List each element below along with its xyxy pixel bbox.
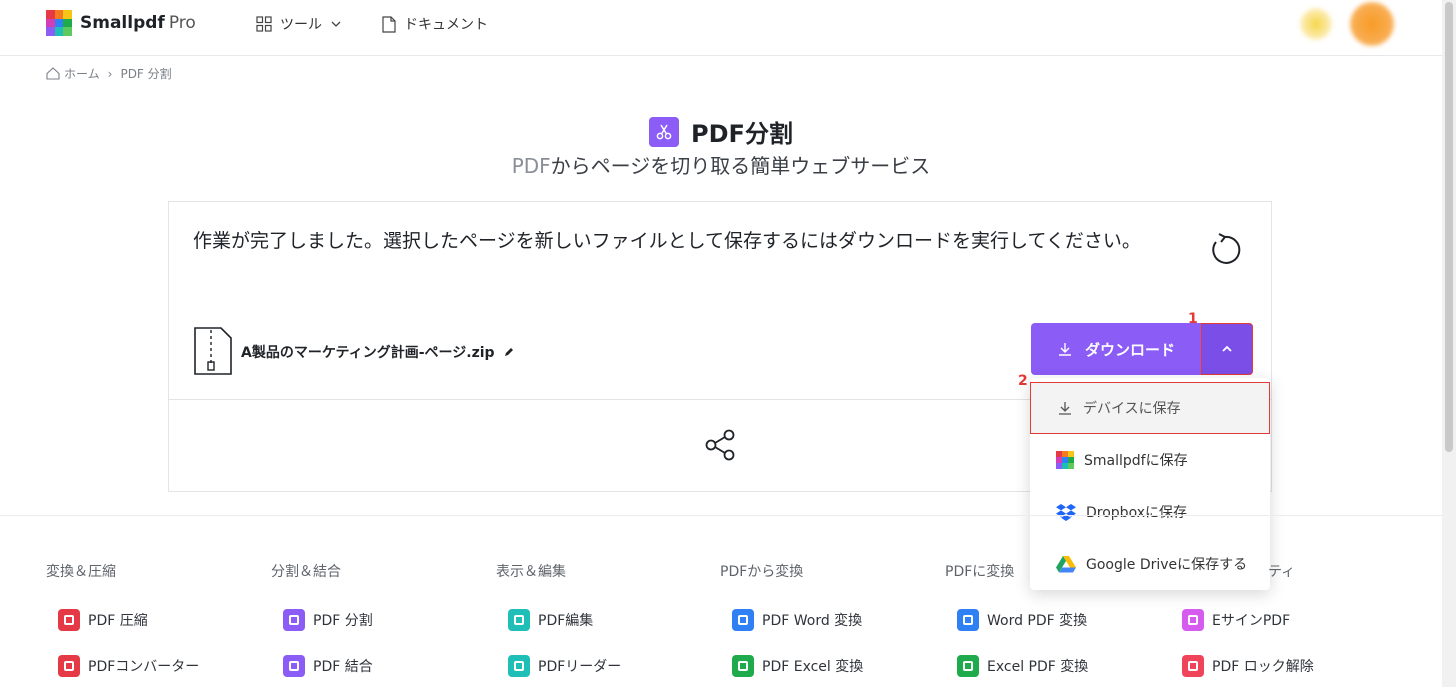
footer-link[interactable]: PDF ロック解除: [1182, 655, 1314, 677]
footer-link[interactable]: Word PDF 変換: [957, 609, 1087, 631]
pencil-icon[interactable]: [503, 346, 515, 358]
footer-link[interactable]: EサインPDF: [1182, 609, 1290, 631]
footer-column-view-edit: 表示＆編集 PDF編集 PDFリーダー: [496, 561, 716, 677]
word-icon: [732, 609, 754, 631]
footer-link[interactable]: Excel PDF 変換: [957, 655, 1088, 677]
notification-avatar[interactable]: [1300, 8, 1332, 40]
breadcrumb-separator: ›: [107, 66, 113, 81]
scissors-icon: [649, 116, 680, 147]
footer-column-heading: 表示＆編集: [496, 564, 566, 580]
footer-column-heading: 変換＆圧縮: [46, 564, 116, 580]
smallpdf-logo-icon: [1056, 451, 1074, 469]
download-label: ダウンロード: [1084, 340, 1175, 359]
download-icon: [1059, 402, 1071, 415]
scissors-icon: [283, 609, 305, 631]
documents-label: ドキュメント: [404, 17, 488, 33]
home-icon: [46, 67, 60, 80]
breadcrumb-home[interactable]: ホーム: [64, 65, 100, 82]
footer-column-convert-compress: 変換＆圧縮 PDF 圧縮 PDFコンバーター: [46, 561, 266, 677]
esign-icon: [1182, 609, 1204, 631]
option-label: Dropboxに保存: [1086, 505, 1187, 521]
page-title-row: PDF分割: [0, 114, 1442, 149]
download-icon: [1058, 343, 1071, 356]
footer-link[interactable]: PDF編集: [508, 609, 593, 631]
footer-column-from-pdf: PDFから変換 PDF Word 変換 PDF Excel 変換: [720, 561, 940, 677]
footer-link[interactable]: PDF Excel 変換: [732, 655, 863, 677]
download-options-menu: デバイスに保存 Smallpdfに保存 Dropboxに保存 Google Dr…: [1030, 378, 1270, 590]
zip-file-icon: [194, 327, 232, 375]
user-avatar[interactable]: [1350, 2, 1394, 46]
page-title: PDF分割: [691, 120, 793, 148]
annotation-1: 1: [1188, 311, 1198, 327]
excel-icon: [732, 655, 754, 677]
top-header: Smallpdf Pro ツール ドキュメント: [0, 0, 1442, 56]
scrollbar-thumb[interactable]: [1445, 2, 1453, 452]
annotation-2: 2: [1018, 373, 1028, 389]
page-scrollbar[interactable]: [1442, 0, 1456, 687]
smallpdf-logo-icon: [46, 10, 72, 36]
grid-icon: [256, 16, 272, 32]
chevron-up-icon: [1222, 345, 1232, 352]
compress-icon: [58, 609, 80, 631]
tools-label: ツール: [280, 17, 322, 33]
footer-column-heading: PDFから変換: [720, 564, 804, 580]
breadcrumb: ホーム › PDF 分割: [46, 65, 172, 82]
brand-name: Smallpdf Pro: [80, 13, 196, 33]
smallpdf-logo[interactable]: Smallpdf Pro: [46, 10, 196, 36]
file-name[interactable]: A製品のマーケティング計画-ページ.zip: [241, 342, 515, 362]
footer-link[interactable]: PDF 分割: [283, 609, 373, 631]
page-subtitle: PDFからページを切り取る簡単ウェブサービス: [511, 154, 931, 178]
footer-column-security: ティ EサインPDF PDF ロック解除: [1170, 561, 1390, 677]
footer-column-split-merge: 分割＆結合 PDF 分割 PDF 結合: [271, 561, 491, 677]
footer-link[interactable]: PDF 圧縮: [58, 609, 148, 631]
option-label: デバイスに保存: [1083, 401, 1181, 417]
word-icon: [957, 609, 979, 631]
footer-link[interactable]: PDF Word 変換: [732, 609, 862, 631]
option-label: Smallpdfに保存: [1084, 453, 1188, 469]
converter-icon: [58, 655, 80, 677]
download-button[interactable]: ダウンロード: [1031, 323, 1201, 375]
footer-divider: [0, 515, 1442, 516]
restart-icon[interactable]: [1205, 230, 1245, 270]
footer-link[interactable]: PDFコンバーター: [58, 655, 199, 677]
save-to-dropbox-option[interactable]: Dropboxに保存: [1030, 486, 1270, 538]
file-name-text: A製品のマーケティング計画-ページ.zip: [241, 345, 495, 361]
documents-link[interactable]: ドキュメント: [382, 14, 488, 34]
footer-column-heading: PDFに変換: [945, 564, 1015, 580]
chevron-down-icon: [331, 21, 341, 27]
reader-icon: [508, 655, 530, 677]
dropbox-icon: [1056, 504, 1076, 521]
save-to-smallpdf-option[interactable]: Smallpdfに保存: [1030, 434, 1270, 486]
document-icon: [382, 15, 396, 33]
footer-column-heading: ティ: [1268, 564, 1296, 580]
footer-link[interactable]: PDFリーダー: [508, 655, 621, 677]
unlock-icon: [1182, 655, 1204, 677]
save-to-device-option[interactable]: デバイスに保存: [1030, 382, 1270, 434]
download-options-toggle[interactable]: [1201, 323, 1253, 375]
share-icon[interactable]: [703, 427, 739, 463]
edit-icon: [508, 609, 530, 631]
tools-menu[interactable]: ツール: [256, 14, 342, 34]
completion-message: 作業が完了しました。選択したページを新しいファイルとして保存するにはダウンロード…: [193, 230, 1141, 252]
footer-link[interactable]: PDF 結合: [283, 655, 373, 677]
footer-column-to-pdf: PDFに変換 Word PDF 変換 Excel PDF 変換: [945, 561, 1165, 677]
breadcrumb-current: PDF 分割: [120, 67, 172, 81]
footer-column-heading: 分割＆結合: [271, 564, 341, 580]
excel-icon: [957, 655, 979, 677]
merge-icon: [283, 655, 305, 677]
